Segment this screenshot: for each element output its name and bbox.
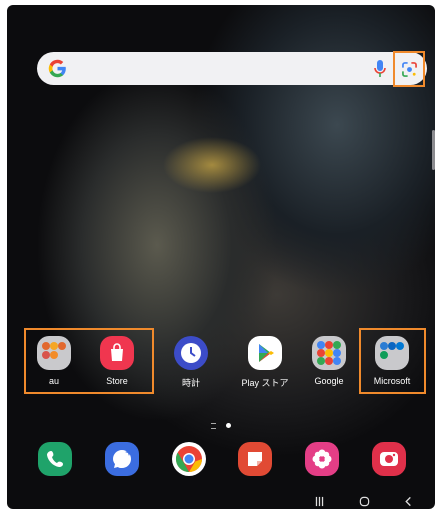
clock-icon	[174, 336, 208, 370]
au-store-highlight-box	[24, 328, 154, 394]
google-logo-icon	[48, 59, 66, 78]
microsoft-highlight-box	[359, 328, 426, 394]
messages-icon[interactable]	[105, 442, 139, 476]
notes-icon[interactable]	[238, 442, 272, 476]
play-store-app[interactable]: Play ストア	[233, 336, 297, 389]
home-screen-wallpaper: au Store 時計 Play ストア Google Microsoft	[7, 5, 435, 509]
google-search-bar[interactable]	[37, 52, 427, 85]
microphone-icon[interactable]	[374, 59, 386, 79]
chrome-icon[interactable]	[172, 442, 206, 476]
current-page-dot	[226, 423, 232, 429]
clock-label: 時計	[181, 378, 200, 388]
camera-icon[interactable]	[372, 442, 406, 476]
play-store-label: Play ストア	[241, 378, 289, 388]
google-lens-icon[interactable]	[402, 62, 417, 77]
gallery-icon[interactable]	[305, 442, 339, 476]
page-list-icon	[210, 422, 216, 429]
google-folder-icon	[312, 336, 346, 370]
phone-icon[interactable]	[38, 442, 72, 476]
clock-app[interactable]: 時計	[159, 336, 223, 389]
google-label: Google	[314, 376, 344, 386]
play-store-icon	[248, 336, 282, 370]
screenshot: au Store 時計 Play ストア Google Microsoft	[0, 0, 441, 509]
page-indicator[interactable]	[7, 417, 435, 435]
recents-icon[interactable]	[314, 495, 325, 509]
google-folder[interactable]: Google	[297, 336, 361, 386]
home-icon[interactable]	[359, 495, 370, 509]
edge-panel-handle[interactable]	[432, 130, 435, 170]
back-icon[interactable]	[403, 495, 414, 509]
google-lens-highlight-box	[393, 51, 425, 87]
